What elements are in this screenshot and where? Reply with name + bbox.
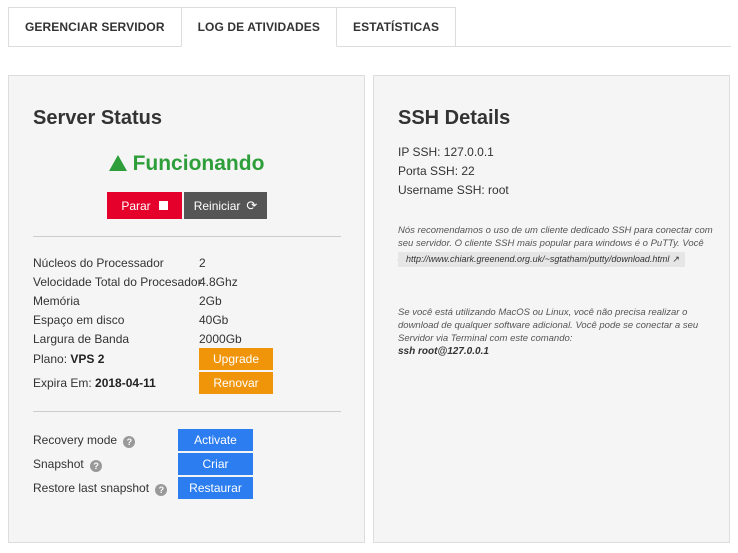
divider [33, 411, 341, 412]
server-status-title: Server Status [33, 107, 162, 129]
status-text: Funcionando [132, 152, 265, 175]
spec-label-cores: Núcleos do Processador [33, 256, 164, 270]
expires-value: 2018-04-11 [95, 376, 156, 390]
ssh-username: Username SSH: root [398, 183, 509, 197]
recovery-mode-label: Recovery mode [33, 433, 118, 447]
stop-icon [158, 201, 168, 210]
tab-estatisticas[interactable]: ESTATÍSTICAS [335, 7, 457, 47]
spec-value-cores: 2 [199, 256, 206, 270]
spec-label-bandwidth: Largura de Banda [33, 332, 130, 346]
server-status-indicator: Funcionando [9, 152, 364, 176]
spec-value-disk: 40Gb [199, 313, 229, 327]
help-icon[interactable]: ? [90, 460, 103, 472]
restart-button-label: Reiniciar [193, 198, 241, 213]
ssh-command: ssh root@127.0.0.1 [398, 346, 489, 357]
recovery-mode-row: Recovery mode ? [33, 433, 136, 448]
help-icon[interactable]: ? [155, 484, 168, 496]
putty-download-url: http://www.chiark.greenend.org.uk/~sgtat… [406, 254, 670, 264]
plan-label: Plano: [33, 352, 68, 366]
ssh-port: Porta SSH: 22 [398, 164, 475, 178]
tab-gerenciar-servidor[interactable]: GERENCIAR SERVIDOR [8, 7, 182, 47]
spec-value-cpu-speed: 4.8Ghz [199, 275, 238, 289]
spec-label-cpu-speed: Velocidade Total do Procesador [33, 275, 202, 289]
up-arrow-icon [108, 155, 127, 171]
help-icon[interactable]: ? [123, 436, 136, 448]
plan-row: Plano: VPS 2 [33, 352, 104, 366]
expires-label: Expira Em: [33, 376, 92, 390]
refresh-icon: ⟳ [246, 197, 258, 213]
upgrade-button[interactable]: Upgrade [199, 348, 273, 370]
external-link-icon: ↗ [672, 254, 680, 264]
putty-download-link[interactable]: http://www.chiark.greenend.org.uk/~sgtat… [398, 252, 685, 267]
mac-linux-note: Se você está utilizando MacOS ou Linux, … [398, 307, 699, 344]
restore-snapshot-label: Restore last snapshot [33, 481, 150, 495]
restart-button[interactable]: Reiniciar ⟳ [184, 192, 267, 219]
tab-log-de-atividades[interactable]: LOG DE ATIVIDADES [180, 7, 337, 47]
activate-button[interactable]: Activate [178, 429, 253, 451]
ssh-details-panel: SSH Details IP SSH: 127.0.0.1 Porta SSH:… [373, 75, 730, 543]
restore-button[interactable]: Restaurar [178, 477, 253, 499]
plan-value: VPS 2 [70, 352, 105, 366]
stop-button-label: Parar [121, 198, 151, 213]
ssh-ip: IP SSH: 127.0.0.1 [398, 145, 494, 159]
tab-bar: GERENCIAR SERVIDOR LOG DE ATIVIDADES EST… [8, 7, 457, 47]
server-status-panel: Server Status Funcionando Parar Reinicia… [8, 75, 365, 543]
renew-button[interactable]: Renovar [199, 372, 273, 394]
create-snapshot-button[interactable]: Criar [178, 453, 253, 475]
spec-value-bandwidth: 2000Gb [199, 332, 242, 346]
spec-value-memory: 2Gb [199, 294, 222, 308]
spec-label-disk: Espaço em disco [33, 313, 125, 327]
restore-snapshot-row: Restore last snapshot ? [33, 481, 168, 496]
spec-label-memory: Memória [33, 294, 80, 308]
divider [33, 236, 341, 237]
snapshot-row: Snapshot ? [33, 457, 103, 472]
expires-row: Expira Em: 2018-04-11 [33, 376, 156, 390]
stop-button[interactable]: Parar [107, 192, 182, 219]
ssh-details-title: SSH Details [398, 107, 511, 129]
snapshot-label: Snapshot [33, 457, 84, 471]
